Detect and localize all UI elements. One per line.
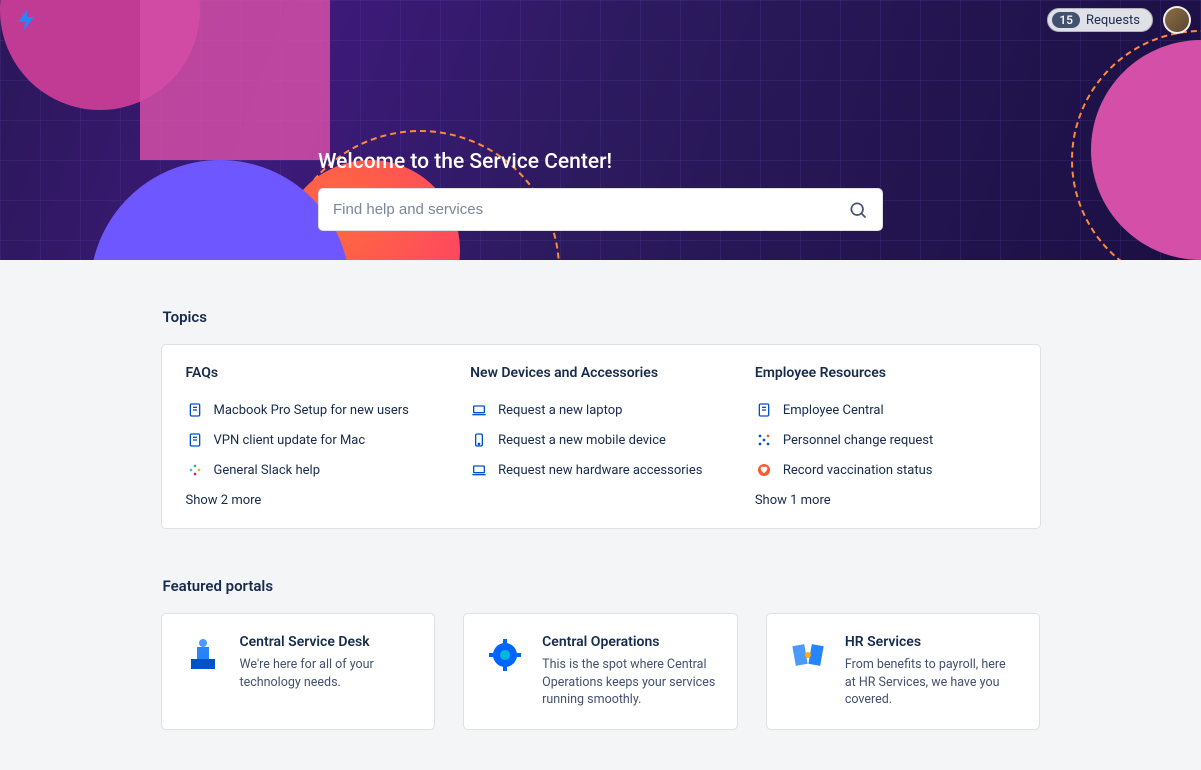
laptop-icon <box>470 461 488 479</box>
topbar: 15 Requests <box>1047 6 1191 34</box>
topics-heading: Topics <box>161 308 1041 326</box>
requests-button[interactable]: 15 Requests <box>1047 8 1153 32</box>
topic-item-label: VPN client update for Mac <box>214 433 366 448</box>
topic-item[interactable]: Record vaccination status <box>755 455 1016 485</box>
show-more-link[interactable]: Show 2 more <box>186 493 262 508</box>
topics-card: FAQs Macbook Pro Setup for new users VPN… <box>161 344 1041 529</box>
topic-item[interactable]: General Slack help <box>186 455 447 485</box>
topic-item[interactable]: Request new hardware accessories <box>470 455 731 485</box>
app-logo[interactable] <box>14 8 38 36</box>
portal-desc: This is the spot where Central Operation… <box>542 656 717 709</box>
portal-card-service-desk[interactable]: Central Service Desk We're here for all … <box>161 613 436 730</box>
portals-heading: Featured portals <box>161 577 1041 595</box>
portal-desc: From benefits to payroll, here at HR Ser… <box>845 656 1020 709</box>
portal-title: HR Services <box>845 634 1020 650</box>
service-desk-icon <box>182 634 224 676</box>
topic-column-employee: Employee Resources Employee Central Pers… <box>755 365 1016 508</box>
portal-title: Central Service Desk <box>240 634 415 650</box>
topic-column-title: New Devices and Accessories <box>470 365 731 381</box>
topic-item-label: Record vaccination status <box>783 463 933 478</box>
hero-banner: 15 Requests Welcome to the Service Cente… <box>0 0 1201 260</box>
portal-desc: We're here for all of your technology ne… <box>240 656 415 691</box>
slack-icon <box>186 461 204 479</box>
topic-item[interactable]: Personnel change request <box>755 425 1016 455</box>
topic-item[interactable]: Employee Central <box>755 395 1016 425</box>
search-box <box>318 188 883 231</box>
portal-card-hr[interactable]: HR Services From benefits to payroll, he… <box>766 613 1041 730</box>
page-title: Welcome to the Service Center! <box>318 150 883 174</box>
topic-item-label: Request a new mobile device <box>498 433 666 448</box>
topic-item-label: Macbook Pro Setup for new users <box>214 403 409 418</box>
hr-icon <box>787 634 829 676</box>
topic-item-label: Request new hardware accessories <box>498 463 702 478</box>
topic-item[interactable]: Macbook Pro Setup for new users <box>186 395 447 425</box>
topic-column-title: FAQs <box>186 365 447 381</box>
search-input[interactable] <box>333 201 848 218</box>
topic-item-label: Personnel change request <box>783 433 933 448</box>
document-icon <box>186 401 204 419</box>
document-icon <box>755 401 773 419</box>
requests-label: Requests <box>1086 13 1140 28</box>
decorative-shape <box>90 160 350 260</box>
network-icon <box>755 431 773 449</box>
phone-icon <box>470 431 488 449</box>
topic-item[interactable]: Request a new laptop <box>470 395 731 425</box>
decorative-shape <box>140 0 330 160</box>
portal-card-operations[interactable]: Central Operations This is the spot wher… <box>463 613 738 730</box>
requests-count-badge: 15 <box>1052 12 1080 28</box>
topic-item-label: Request a new laptop <box>498 403 622 418</box>
portals-grid: Central Service Desk We're here for all … <box>161 613 1041 730</box>
lightning-icon <box>14 8 38 32</box>
topic-column-title: Employee Resources <box>755 365 1016 381</box>
topic-item[interactable]: Request a new mobile device <box>470 425 731 455</box>
avatar[interactable] <box>1163 6 1191 34</box>
gear-icon <box>484 634 526 676</box>
heart-icon <box>755 461 773 479</box>
show-more-link[interactable]: Show 1 more <box>755 493 831 508</box>
portal-title: Central Operations <box>542 634 717 650</box>
document-icon <box>186 431 204 449</box>
topic-item[interactable]: VPN client update for Mac <box>186 425 447 455</box>
topic-column-faqs: FAQs Macbook Pro Setup for new users VPN… <box>186 365 447 508</box>
topic-item-label: General Slack help <box>214 463 321 478</box>
laptop-icon <box>470 401 488 419</box>
topic-column-devices: New Devices and Accessories Request a ne… <box>470 365 731 508</box>
search-icon[interactable] <box>848 200 868 220</box>
topic-item-label: Employee Central <box>783 403 884 418</box>
